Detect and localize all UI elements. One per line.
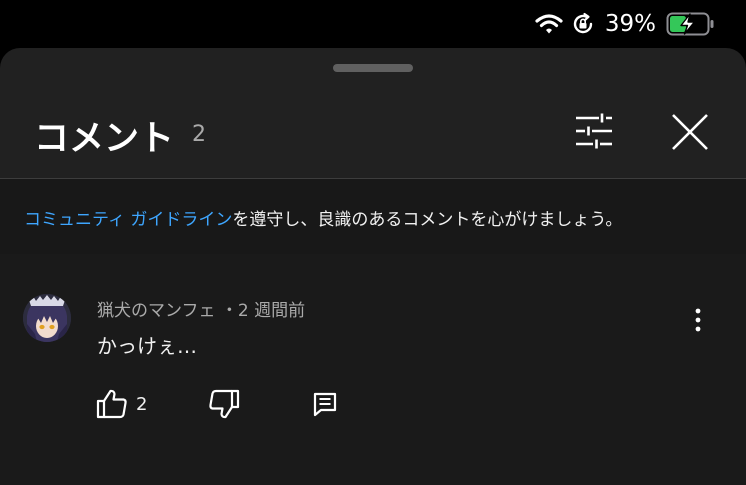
reply-button[interactable] xyxy=(311,390,339,418)
comment-timestamp: 2 週間前 xyxy=(237,301,306,321)
comment-more-button[interactable] xyxy=(686,306,710,334)
thumbs-up-icon xyxy=(96,389,127,419)
like-count: 2 xyxy=(136,394,148,415)
rotation-lock-icon xyxy=(573,12,593,34)
battery-charging-icon xyxy=(666,12,714,36)
battery-percentage: 39% xyxy=(604,11,656,37)
wifi-icon xyxy=(535,14,563,34)
community-guidelines-link[interactable]: コミュニティ ガイドライン xyxy=(24,210,232,230)
close-icon xyxy=(672,114,708,150)
status-bar: 39% xyxy=(0,0,746,48)
filter-sort-icon xyxy=(576,113,612,149)
reply-comment-icon xyxy=(313,392,337,417)
guideline-text: コミュニティ ガイドラインを遵守し、良識のあるコメントを心がけましょう。 xyxy=(24,205,622,230)
sheet-title: コメント xyxy=(34,119,175,159)
comments-sheet: コメント 2 コミュニティ ガイドラインを遵守し、良識のあるコメントを心がけまし… xyxy=(0,48,746,485)
comment-author[interactable]: 猟犬のマンフェ xyxy=(97,301,216,321)
drag-handle[interactable] xyxy=(333,64,413,72)
comments-list: 猟犬のマンフェ ・2 週間前 かっけぇ… 2 xyxy=(0,254,746,485)
more-vert-icon xyxy=(695,308,701,332)
meta-separator: ・ xyxy=(220,301,238,321)
anime-avatar-image xyxy=(23,294,71,342)
comment-meta: 猟犬のマンフェ ・2 週間前 xyxy=(97,296,305,321)
close-button[interactable] xyxy=(670,112,710,152)
community-guideline-banner: コミュニティ ガイドラインを遵守し、良識のあるコメントを心がけましょう。 xyxy=(0,179,746,254)
comment-text: かっけぇ… xyxy=(97,334,197,358)
avatar[interactable] xyxy=(23,294,71,342)
like-button[interactable] xyxy=(96,388,128,420)
status-icons: 39% xyxy=(535,8,716,40)
guideline-rest-text: を遵守し、良識のあるコメントを心がけましょう。 xyxy=(232,210,623,230)
comment-count: 2 xyxy=(192,122,206,147)
thumbs-down-icon xyxy=(209,389,240,419)
dislike-button[interactable] xyxy=(208,388,240,420)
sort-filter-button[interactable] xyxy=(572,112,616,150)
